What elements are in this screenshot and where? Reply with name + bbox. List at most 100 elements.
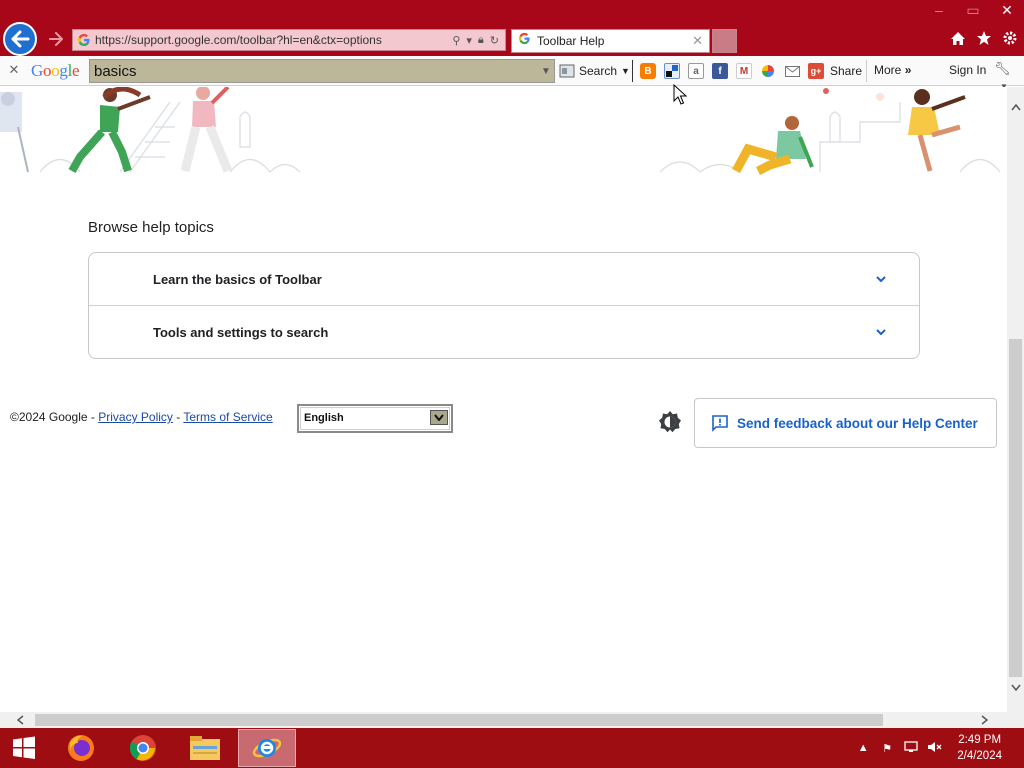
file-explorer-icon	[190, 736, 220, 760]
maximize-button[interactable]: ▭	[956, 0, 990, 20]
scroll-up-icon[interactable]	[1007, 99, 1024, 116]
share-button[interactable]: Share	[830, 64, 862, 78]
double-chevron-right-icon: »	[904, 63, 912, 77]
header-illustration	[0, 87, 1001, 175]
chevron-down-icon	[876, 276, 886, 283]
language-selected-value: English	[304, 412, 344, 424]
tab-toolbar-help[interactable]: Toolbar Help ✕	[511, 29, 710, 53]
browser-titlebar: – ▭ ✕ ⚲ ▾ 🔒︎ ↻ Toolbar Help ✕	[0, 0, 1024, 56]
google-toolbar: ✕ Google ▼ Search ▼ B a f M g+ Share Mor…	[0, 56, 1024, 91]
chevron-down-icon[interactable]	[430, 410, 448, 425]
help-topics-list: Learn the basics of Toolbar Tools and se…	[88, 252, 920, 359]
windows-taskbar: ▲ ⚑ 2:49 PM 2/4/2024	[0, 728, 1024, 768]
window-controls: – ▭ ✕	[922, 0, 1024, 20]
tab-title: Toolbar Help	[537, 34, 605, 48]
toolbar-search-input[interactable]	[90, 60, 538, 82]
chevron-down-icon	[876, 329, 886, 336]
send-feedback-button[interactable]: Send feedback about our Help Center	[694, 398, 997, 448]
google-plus-icon[interactable]: g+	[808, 63, 824, 79]
network-icon[interactable]	[903, 740, 919, 756]
footer-links: ©2024 Google - Privacy Policy - Terms of…	[10, 410, 273, 424]
browse-help-topics-title: Browse help topics	[88, 219, 214, 236]
toolbar-divider	[866, 60, 867, 82]
chevron-down-icon[interactable]: ▾	[466, 34, 472, 47]
taskbar-chrome[interactable]	[114, 729, 172, 767]
sign-in-button[interactable]: Sign In	[949, 63, 986, 77]
footer-separator: -	[172, 410, 184, 424]
start-button[interactable]	[0, 728, 48, 768]
minimize-button[interactable]: –	[922, 0, 956, 20]
search-window-icon	[559, 64, 575, 78]
google-favicon-icon	[73, 30, 95, 50]
taskbar-firefox[interactable]	[52, 729, 110, 767]
arrow-left-icon	[11, 30, 30, 48]
toolbar-search-box[interactable]: ▼	[89, 59, 555, 83]
toolbar-buttons: B a f M g+ Share	[640, 62, 862, 80]
forward-button[interactable]	[45, 28, 67, 50]
new-tab-button[interactable]	[712, 29, 737, 53]
scroll-down-icon[interactable]	[1007, 679, 1024, 696]
topic-learn-basics[interactable]: Learn the basics of Toolbar	[89, 253, 919, 305]
settings-gear-icon[interactable]	[1002, 28, 1018, 48]
volume-muted-icon[interactable]	[927, 741, 943, 756]
gmail-icon[interactable]: M	[736, 63, 752, 79]
scrollbar-corner	[1007, 712, 1024, 728]
feedback-icon	[712, 415, 728, 432]
clock-date: 2/4/2024	[957, 750, 1002, 762]
lock-icon[interactable]: 🔒︎	[478, 34, 484, 47]
more-button[interactable]: More »	[874, 63, 911, 77]
close-button[interactable]: ✕	[990, 0, 1024, 20]
topic-label: Learn the basics of Toolbar	[153, 271, 322, 287]
help-page: Browse help topics Learn the basics of T…	[0, 87, 1007, 712]
browser-actions	[950, 28, 1018, 48]
windows-logo-icon	[13, 736, 35, 759]
copyright-text: ©2024 Google -	[10, 410, 99, 424]
blogger-icon[interactable]: B	[640, 63, 656, 79]
flag-icon[interactable]: ⚑	[879, 742, 895, 755]
scroll-right-icon[interactable]	[976, 712, 993, 728]
home-icon[interactable]	[950, 28, 966, 48]
tab-close-icon[interactable]: ✕	[692, 33, 709, 49]
vertical-scroll-thumb[interactable]	[1009, 339, 1022, 677]
system-clock[interactable]: 2:49 PM 2/4/2024	[957, 732, 1002, 764]
internet-explorer-icon	[252, 738, 282, 758]
scroll-left-icon[interactable]	[12, 712, 29, 728]
address-actions: ⚲ ▾ 🔒︎ ↻	[452, 34, 505, 47]
chevron-down-icon[interactable]: ▼	[538, 66, 554, 77]
firefox-icon	[68, 735, 94, 761]
horizontal-scroll-thumb[interactable]	[35, 714, 883, 726]
url-input[interactable]	[95, 30, 453, 50]
system-tray: ▲ ⚑ 2:49 PM 2/4/2024	[855, 728, 1024, 768]
toolbar-divider	[632, 60, 633, 82]
toolbar-close-icon[interactable]: ✕	[6, 62, 22, 78]
google-logo[interactable]: Google	[31, 61, 80, 81]
facebook-icon[interactable]: f	[712, 63, 728, 79]
refresh-icon[interactable]: ↻	[490, 34, 499, 47]
chevron-down-icon: ▼	[621, 66, 630, 76]
dark-mode-icon[interactable]	[658, 410, 682, 434]
highlight-icon[interactable]	[664, 63, 680, 79]
taskbar-internet-explorer[interactable]	[238, 729, 296, 767]
privacy-policy-link[interactable]: Privacy Policy	[98, 410, 173, 424]
mouse-cursor-icon	[673, 84, 687, 105]
photos-icon[interactable]	[760, 63, 776, 79]
search-icon[interactable]: ⚲	[452, 34, 460, 47]
more-label: More	[874, 63, 902, 77]
google-favicon-icon	[518, 32, 531, 50]
back-button[interactable]	[3, 22, 37, 56]
vertical-scrollbar[interactable]	[1007, 87, 1024, 712]
topic-tools-settings[interactable]: Tools and settings to search	[89, 306, 919, 358]
chevron-up-icon[interactable]: ▲	[855, 742, 871, 754]
taskbar-file-explorer[interactable]	[176, 729, 234, 767]
translate-icon[interactable]: a	[688, 63, 704, 79]
clock-time: 2:49 PM	[958, 734, 1002, 746]
horizontal-scrollbar[interactable]	[0, 712, 1007, 728]
terms-of-service-link[interactable]: Terms of Service	[183, 410, 272, 424]
arrow-right-icon	[49, 32, 63, 46]
favorites-star-icon[interactable]	[976, 28, 992, 48]
toolbar-search-button[interactable]: Search ▼	[559, 61, 630, 81]
language-select[interactable]: English	[297, 404, 453, 433]
mail-icon[interactable]	[784, 63, 800, 79]
address-bar[interactable]: ⚲ ▾ 🔒︎ ↻	[72, 29, 506, 51]
feedback-label: Send feedback about our Help Center	[737, 415, 978, 431]
